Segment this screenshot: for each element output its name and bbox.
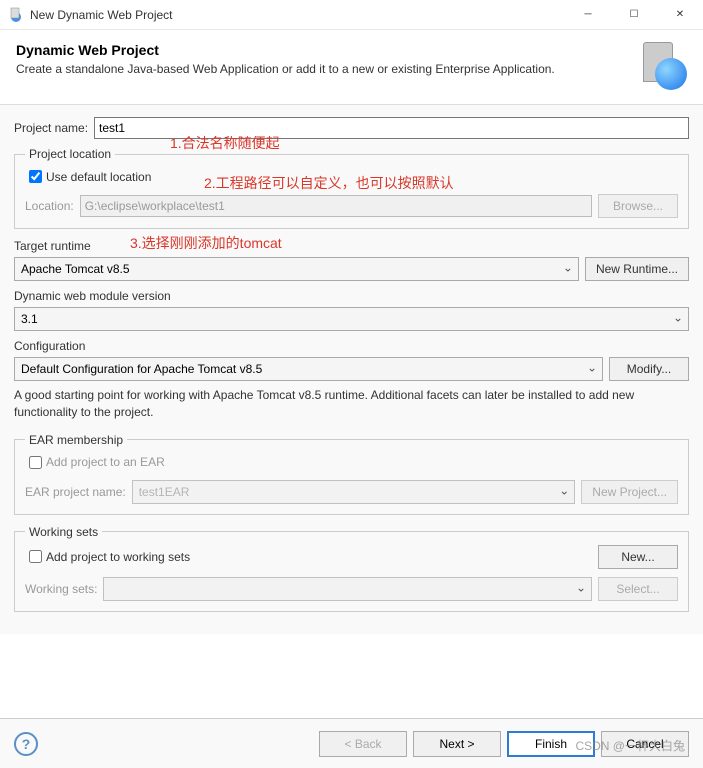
- ear-legend: EAR membership: [25, 433, 127, 447]
- add-ear-input[interactable]: [29, 456, 42, 469]
- maximize-button[interactable]: ☐: [611, 0, 657, 30]
- add-working-sets-input[interactable]: [29, 550, 42, 563]
- target-runtime-label: Target runtime: [14, 239, 689, 253]
- window-title: New Dynamic Web Project: [30, 8, 565, 22]
- ear-name-label: EAR project name:: [25, 485, 126, 499]
- page-title: Dynamic Web Project: [16, 42, 629, 58]
- working-sets-legend: Working sets: [25, 525, 102, 539]
- browse-button: Browse...: [598, 194, 678, 218]
- ear-name-select-wrap: test1EAR: [132, 480, 576, 504]
- configuration-select[interactable]: Default Configuration for Apache Tomcat …: [14, 357, 603, 381]
- add-ear-checkbox[interactable]: Add project to an EAR: [25, 453, 678, 472]
- web-module-select-wrap[interactable]: 3.1: [14, 307, 689, 331]
- use-default-location-checkbox[interactable]: Use default location: [25, 167, 678, 186]
- ear-name-select: test1EAR: [132, 480, 576, 504]
- project-name-row: Project name:: [14, 117, 689, 139]
- finish-button[interactable]: Finish: [507, 731, 595, 757]
- project-location-group: Project location Use default location Lo…: [14, 147, 689, 229]
- new-working-set-button[interactable]: New...: [598, 545, 678, 569]
- project-name-label: Project name:: [14, 121, 88, 135]
- app-icon: [8, 7, 24, 23]
- configuration-description: A good starting point for working with A…: [14, 387, 689, 421]
- titlebar: New Dynamic Web Project ─ ☐ ✕: [0, 0, 703, 30]
- configuration-select-wrap[interactable]: Default Configuration for Apache Tomcat …: [14, 357, 603, 381]
- ear-membership-group: EAR membership Add project to an EAR EAR…: [14, 433, 689, 515]
- help-button[interactable]: ?: [14, 732, 38, 756]
- working-sets-group: Working sets Add project to working sets…: [14, 525, 689, 612]
- web-module-select[interactable]: 3.1: [14, 307, 689, 331]
- working-sets-label: Working sets:: [25, 582, 97, 596]
- wizard-icon: [639, 42, 687, 90]
- working-sets-select-wrap: [103, 577, 592, 601]
- target-runtime-select[interactable]: Apache Tomcat v8.5: [14, 257, 579, 281]
- add-working-sets-checkbox[interactable]: Add project to working sets: [25, 547, 592, 566]
- web-module-label: Dynamic web module version: [14, 289, 689, 303]
- new-runtime-button[interactable]: New Runtime...: [585, 257, 689, 281]
- target-runtime-select-wrap[interactable]: Apache Tomcat v8.5: [14, 257, 579, 281]
- page-description: Create a standalone Java-based Web Appli…: [16, 62, 629, 76]
- new-ear-project-button: New Project...: [581, 480, 678, 504]
- next-button[interactable]: Next >: [413, 731, 501, 757]
- location-input: [80, 195, 592, 217]
- back-button: < Back: [319, 731, 407, 757]
- working-sets-select: [103, 577, 592, 601]
- modify-button[interactable]: Modify...: [609, 357, 689, 381]
- project-location-legend: Project location: [25, 147, 115, 161]
- wizard-content: Project name: Project location Use defau…: [0, 105, 703, 634]
- wizard-header: Dynamic Web Project Create a standalone …: [0, 30, 703, 105]
- configuration-label: Configuration: [14, 339, 689, 353]
- window-controls: ─ ☐ ✕: [565, 0, 703, 30]
- use-default-location-input[interactable]: [29, 170, 42, 183]
- select-working-set-button: Select...: [598, 577, 678, 601]
- minimize-button[interactable]: ─: [565, 0, 611, 30]
- location-label: Location:: [25, 199, 74, 213]
- wizard-footer: ? < Back Next > Finish Cancel: [0, 718, 703, 768]
- close-button[interactable]: ✕: [657, 0, 703, 30]
- project-name-input[interactable]: [94, 117, 689, 139]
- cancel-button[interactable]: Cancel: [601, 731, 689, 757]
